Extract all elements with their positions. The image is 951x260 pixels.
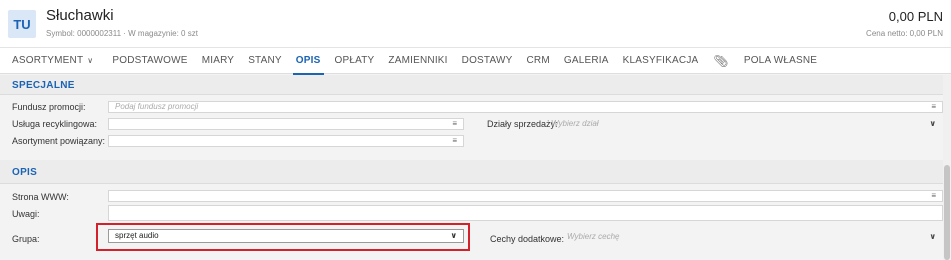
grupa-highlight-box	[96, 223, 470, 251]
cechy-select[interactable]: Wybierz cechę ∨	[560, 231, 943, 243]
chevron-down-icon[interactable]: ∨	[930, 232, 937, 242]
fundusz-placeholder: Podaj fundusz promocji	[115, 102, 199, 111]
tab-attachments[interactable]: 📎︎	[705, 48, 736, 74]
uwagi-textarea[interactable]	[108, 205, 943, 221]
scrollbar-thumb[interactable]	[944, 165, 950, 260]
asortyment-label: Asortyment powiązany:	[12, 136, 106, 146]
item-header: TU Słuchawki Symbol: 0000002311 · W maga…	[0, 0, 951, 48]
dzialy-select[interactable]: Wybierz dział ∨	[544, 118, 943, 130]
tab-bar: ASORTYMENT ∨ PODSTAWOWE MIARY STANY OPIS…	[0, 48, 951, 75]
item-price: 0,00 PLN	[888, 9, 943, 24]
fundusz-label: Fundusz promocji:	[12, 102, 86, 112]
tab-crm[interactable]: CRM	[520, 48, 557, 74]
grupa-label: Grupa:	[12, 234, 40, 244]
tab-podstawowe[interactable]: PODSTAWOWE	[105, 48, 194, 74]
chevron-down-icon: ∨	[87, 56, 94, 65]
section-special-header	[0, 75, 943, 95]
item-avatar: TU	[8, 10, 36, 38]
asortyment-input[interactable]: ≡	[108, 135, 464, 147]
fundusz-input[interactable]: Podaj fundusz promocji ≡	[108, 101, 943, 113]
tab-oplaty[interactable]: OPŁATY	[328, 48, 382, 74]
usluga-input[interactable]: ≡	[108, 118, 464, 130]
tab-zamienniki[interactable]: ZAMIENNIKI	[381, 48, 454, 74]
tab-dostawy[interactable]: DOSTAWY	[455, 48, 520, 74]
item-title: Słuchawki	[46, 7, 114, 24]
chevron-down-icon[interactable]: ∨	[930, 119, 937, 129]
cechy-placeholder: Wybierz cechę	[567, 232, 620, 241]
list-icon[interactable]: ≡	[452, 119, 457, 129]
list-icon[interactable]: ≡	[452, 136, 457, 146]
tab-assortment-label: ASORTYMENT	[12, 55, 84, 66]
tab-pola-wlasne[interactable]: POLA WŁASNE	[737, 48, 824, 74]
section-special-title: SPECJALNE	[12, 80, 75, 91]
www-input[interactable]: ≡	[108, 190, 943, 202]
tab-klasyfikacja[interactable]: KLASYFIKACJA	[616, 48, 706, 74]
list-icon[interactable]: ≡	[931, 102, 936, 112]
list-icon[interactable]: ≡	[931, 191, 936, 201]
section-opis-header	[0, 160, 943, 184]
section-opis-title: OPIS	[12, 167, 38, 178]
tab-miary[interactable]: MIARY	[195, 48, 242, 74]
scrollbar[interactable]	[943, 75, 951, 260]
item-subtitle: Symbol: 0000002311 · W magazynie: 0 szt	[46, 29, 198, 38]
dzialy-placeholder: Wybierz dział	[551, 119, 599, 128]
usluga-label: Usługa recyklingowa:	[12, 119, 98, 129]
uwagi-label: Uwagi:	[12, 209, 40, 219]
tab-assortment[interactable]: ASORTYMENT ∨	[8, 48, 105, 74]
tab-galeria[interactable]: GALERIA	[557, 48, 616, 74]
item-net-price: Cena netto: 0,00 PLN	[866, 29, 943, 38]
www-label: Strona WWW:	[12, 192, 69, 202]
tab-opis[interactable]: OPIS	[289, 48, 328, 75]
cechy-label: Cechy dodatkowe:	[490, 234, 565, 244]
paperclip-icon: 📎︎	[713, 53, 729, 68]
tab-stany[interactable]: STANY	[241, 48, 289, 74]
